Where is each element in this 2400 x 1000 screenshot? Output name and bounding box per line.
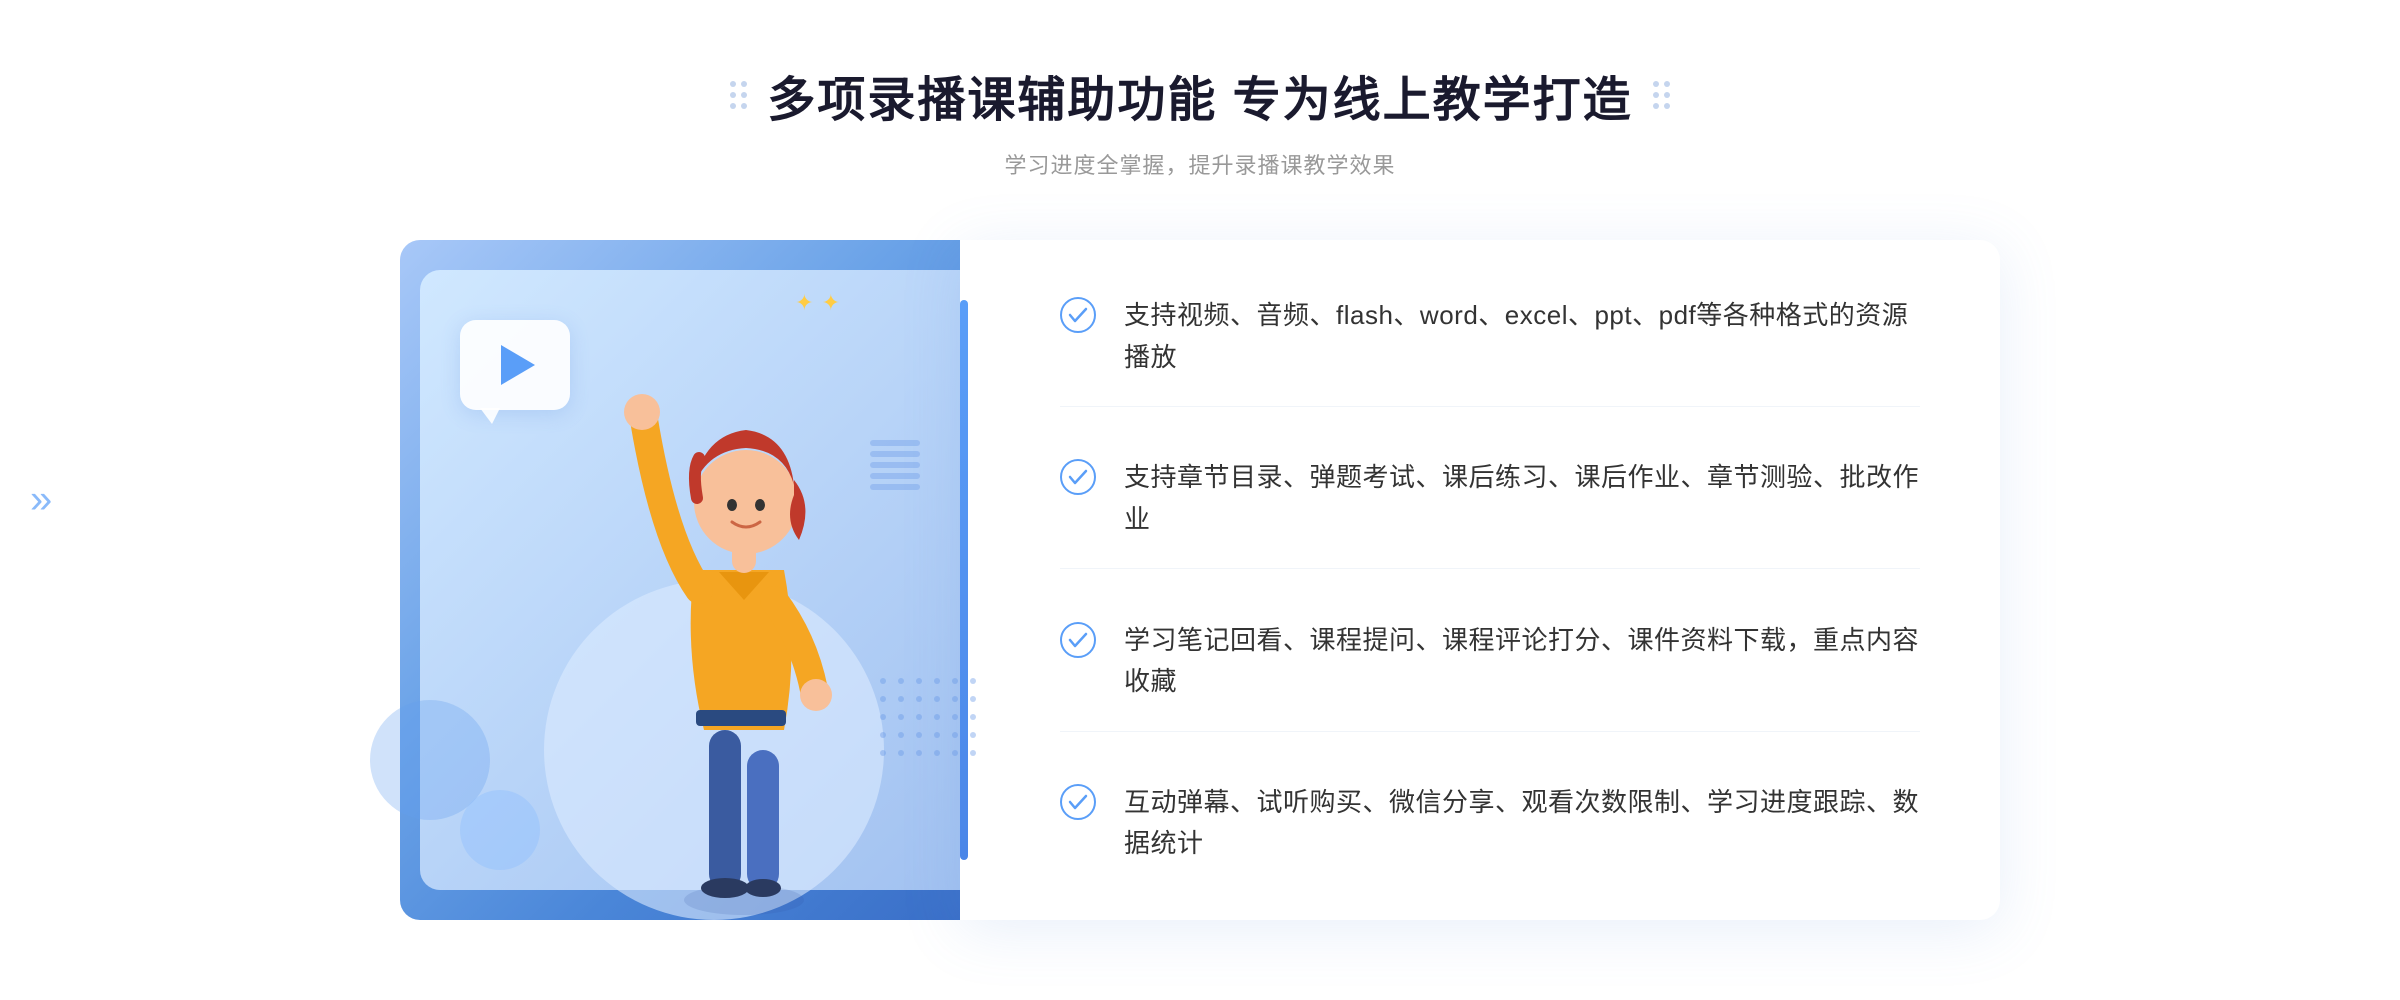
star-2: ✦ (822, 290, 840, 316)
illus-dot (952, 678, 958, 684)
check-icon-1 (1060, 297, 1096, 333)
illus-dot (916, 714, 922, 720)
deco-circle-2 (460, 790, 540, 870)
play-icon (501, 345, 535, 385)
illus-dot (934, 732, 940, 738)
page-container: 多项录播课辅助功能 专为线上教学打造 学习进度全掌握，提升录播课教学效果 ✦ (0, 0, 2400, 1000)
illus-dot (916, 678, 922, 684)
feature-item-1: 支持视频、音频、flash、word、excel、ppt、pdf等各种格式的资源… (1060, 295, 1920, 407)
feature-text-4: 互动弹幕、试听购买、微信分享、观看次数限制、学习进度跟踪、数据统计 (1124, 782, 1920, 865)
illus-dot (934, 714, 940, 720)
illus-dot (934, 696, 940, 702)
illus-dot (916, 750, 922, 756)
figure-illustration (584, 340, 904, 920)
header-section: 多项录播课辅助功能 专为线上教学打造 学习进度全掌握，提升录播课教学效果 (730, 60, 1669, 180)
feature-text-1: 支持视频、音频、flash、word、excel、ppt、pdf等各种格式的资源… (1124, 295, 1920, 378)
illus-dot (970, 750, 976, 756)
check-icon-3 (1060, 622, 1096, 658)
illus-dot (934, 678, 940, 684)
check-icon-2 (1060, 459, 1096, 495)
content-area: ✦ ✦ (400, 240, 2000, 920)
check-icon-4 (1060, 784, 1096, 820)
illus-dot (970, 678, 976, 684)
feature-item-2: 支持章节目录、弹题考试、课后练习、课后作业、章节测验、批改作业 (1060, 429, 1920, 569)
feature-item-3: 学习笔记回看、课程提问、课程评论打分、课件资料下载，重点内容收藏 (1060, 592, 1920, 732)
illus-dot (952, 714, 958, 720)
play-bubble (460, 320, 570, 410)
illus-dot (916, 732, 922, 738)
subtitle: 学习进度全掌握，提升录播课教学效果 (730, 148, 1669, 180)
play-bubble-inner (460, 320, 570, 410)
main-title: 多项录播课辅助功能 专为线上教学打造 (767, 60, 1632, 130)
illus-dot (970, 714, 976, 720)
title-row: 多项录播课辅助功能 专为线上教学打造 (730, 60, 1669, 130)
star-1: ✦ (795, 290, 813, 316)
feature-text-3: 学习笔记回看、课程提问、课程评论打分、课件资料下载，重点内容收藏 (1124, 620, 1920, 703)
title-dots-left (730, 81, 747, 109)
feature-text-2: 支持章节目录、弹题考试、课后练习、课后作业、章节测验、批改作业 (1124, 457, 1920, 540)
illus-dot (934, 750, 940, 756)
illus-dot (970, 696, 976, 702)
chevron-left-icon[interactable]: » (30, 478, 52, 523)
illus-dot (916, 696, 922, 702)
illus-dot (952, 732, 958, 738)
star-decoration: ✦ ✦ (795, 290, 840, 316)
illus-dot (952, 696, 958, 702)
title-dots-right (1653, 81, 1670, 109)
illus-dot (952, 750, 958, 756)
illustration-panel: ✦ ✦ (400, 240, 960, 920)
illus-dot (970, 732, 976, 738)
features-panel: 支持视频、音频、flash、word、excel、ppt、pdf等各种格式的资源… (960, 240, 2000, 920)
feature-item-4: 互动弹幕、试听购买、微信分享、观看次数限制、学习进度跟踪、数据统计 (1060, 754, 1920, 865)
